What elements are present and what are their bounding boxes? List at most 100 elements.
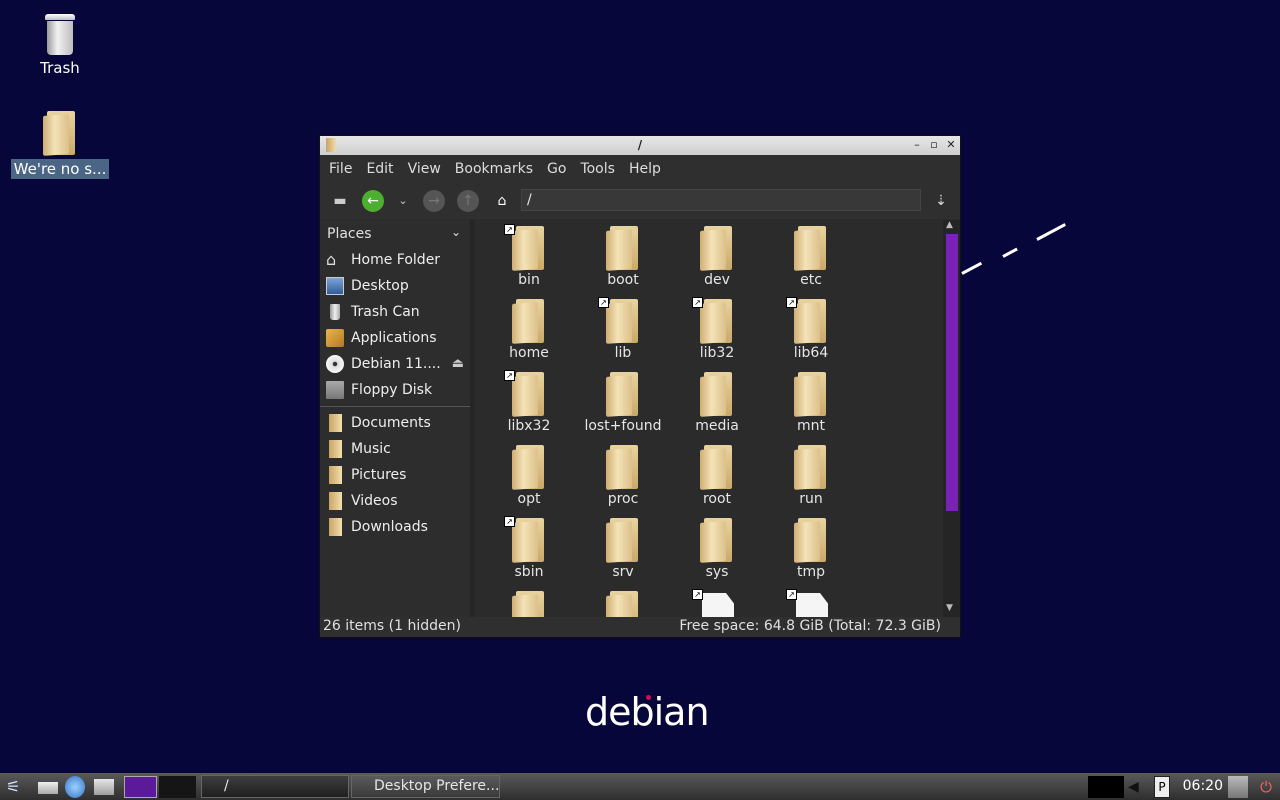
file-item[interactable]: root bbox=[673, 445, 761, 507]
workspace-1[interactable] bbox=[124, 776, 157, 798]
minimize-button[interactable]: – bbox=[910, 137, 924, 153]
file-item[interactable]: home bbox=[485, 299, 573, 361]
start-menu-icon[interactable]: ⚟ bbox=[6, 776, 30, 798]
clipboard-icon[interactable]: P bbox=[1154, 776, 1170, 798]
new-tab-button[interactable]: ▬ bbox=[329, 190, 351, 212]
file-item[interactable]: ↗ sbin bbox=[485, 516, 573, 580]
folder-icon bbox=[700, 445, 734, 490]
folder-icon bbox=[512, 299, 546, 344]
places-header[interactable]: Places ⌄ bbox=[320, 220, 470, 247]
file-item[interactable]: opt bbox=[485, 445, 573, 507]
file-item[interactable]: run bbox=[767, 445, 855, 507]
file-item[interactable]: dev bbox=[673, 226, 761, 288]
file-item[interactable]: ↗ lib64 bbox=[767, 297, 855, 361]
sidebar-item-downloads[interactable]: Downloads bbox=[320, 514, 470, 540]
file-item[interactable]: sys bbox=[673, 518, 761, 580]
task-desktop-preferences[interactable]: Desktop Prefere... bbox=[351, 775, 500, 798]
desktop-trash[interactable]: Trash bbox=[8, 14, 112, 78]
file-item[interactable]: ↗ bbox=[673, 589, 761, 617]
menu-go[interactable]: Go bbox=[542, 161, 571, 177]
history-dropdown-button[interactable]: ⌄ bbox=[392, 190, 414, 212]
back-button[interactable]: ← bbox=[362, 190, 384, 212]
close-button[interactable]: ✕ bbox=[944, 137, 958, 153]
sidebar-item-pictures[interactable]: Pictures bbox=[320, 462, 470, 488]
clock[interactable]: 06:20 bbox=[1183, 778, 1223, 794]
sidebar-item-documents[interactable]: Documents bbox=[320, 410, 470, 436]
file-item[interactable]: ↗ bin bbox=[485, 224, 573, 288]
sidebar-item-home[interactable]: ⌂ Home Folder bbox=[320, 247, 470, 273]
workspace-2[interactable] bbox=[159, 776, 196, 798]
forward-button[interactable]: → bbox=[423, 190, 445, 212]
path-input[interactable]: / bbox=[521, 189, 921, 211]
folder-icon bbox=[700, 518, 734, 563]
sidebar-item-videos[interactable]: Videos bbox=[320, 488, 470, 514]
desktop-trash-label: Trash bbox=[40, 59, 80, 77]
web-browser-icon[interactable] bbox=[65, 776, 85, 798]
sidebar-item-music[interactable]: Music bbox=[320, 436, 470, 462]
up-button[interactable]: ↑ bbox=[457, 190, 479, 212]
file-name: root bbox=[702, 491, 732, 507]
menu-tools[interactable]: Tools bbox=[575, 161, 620, 177]
debian-logo: debian bbox=[585, 690, 710, 734]
folder-icon bbox=[606, 591, 640, 617]
symlink-icon: ↗ bbox=[786, 589, 797, 600]
desktop-folder[interactable]: We're no s... bbox=[8, 111, 112, 179]
menu-help[interactable]: Help bbox=[624, 161, 666, 177]
go-button[interactable]: ⇣ bbox=[930, 190, 952, 212]
sidebar-separator bbox=[320, 406, 470, 407]
sidebar-item-label: Videos bbox=[351, 493, 398, 509]
file-item[interactable]: boot bbox=[579, 226, 667, 288]
file-item[interactable]: tmp bbox=[767, 518, 855, 580]
file-item[interactable]: ↗ bbox=[767, 589, 855, 617]
sidebar-item-desktop[interactable]: Desktop bbox=[320, 273, 470, 299]
file-item[interactable]: etc bbox=[767, 226, 855, 288]
task-label: Desktop Prefere... bbox=[374, 778, 500, 794]
file-name: sbin bbox=[514, 564, 544, 580]
file-icon: ↗ bbox=[692, 589, 734, 617]
eject-icon[interactable]: ⏏ bbox=[452, 356, 464, 371]
scroll-up-arrow-icon[interactable]: ▲ bbox=[946, 220, 953, 230]
volume-icon[interactable]: ◀ bbox=[1128, 776, 1148, 798]
file-name: tmp bbox=[796, 564, 825, 580]
sidebar-item-applications[interactable]: Applications bbox=[320, 325, 470, 351]
folder-icon bbox=[700, 226, 734, 271]
file-item[interactable]: ↗ lib32 bbox=[673, 297, 761, 361]
file-item[interactable] bbox=[485, 591, 573, 617]
power-icon[interactable]: ⏻ bbox=[1256, 776, 1276, 798]
trash-icon bbox=[326, 303, 344, 321]
file-item[interactable]: ↗ libx32 bbox=[485, 370, 573, 434]
vertical-scrollbar[interactable]: ▲ ▼ bbox=[943, 220, 960, 617]
scrollbar-thumb[interactable] bbox=[946, 234, 958, 511]
file-item[interactable]: ↗ lib bbox=[579, 297, 667, 361]
window-titlebar[interactable]: / – ▫ ✕ bbox=[320, 136, 960, 155]
show-desktop-icon[interactable] bbox=[38, 782, 58, 794]
file-item[interactable]: media bbox=[673, 372, 761, 434]
file-item[interactable]: srv bbox=[579, 518, 667, 580]
task-file-manager[interactable]: / bbox=[201, 775, 349, 798]
folder-icon bbox=[606, 226, 640, 271]
free-space: Free space: 64.8 GiB (Total: 72.3 GiB) bbox=[679, 618, 941, 634]
places-heading: Places bbox=[327, 225, 372, 242]
maximize-button[interactable]: ▫ bbox=[927, 137, 941, 153]
file-name: lost+found bbox=[584, 418, 662, 434]
sidebar-item-floppy[interactable]: Floppy Disk bbox=[320, 377, 470, 403]
menu-edit[interactable]: Edit bbox=[361, 161, 398, 177]
sidebar-item-trash[interactable]: Trash Can bbox=[320, 299, 470, 325]
file-item[interactable]: proc bbox=[579, 445, 667, 507]
taskbar: ⚟ / Desktop Prefere... ◀ P 06:20 ⏻ bbox=[0, 773, 1280, 800]
network-icon[interactable] bbox=[1228, 776, 1248, 798]
folder-icon bbox=[326, 492, 344, 510]
sidebar-item-label: Applications bbox=[351, 330, 437, 346]
scroll-down-arrow-icon[interactable]: ▼ bbox=[946, 603, 953, 613]
file-manager-icon[interactable] bbox=[94, 779, 114, 795]
home-button[interactable]: ⌂ bbox=[491, 190, 513, 212]
menu-view[interactable]: View bbox=[403, 161, 446, 177]
file-item[interactable] bbox=[579, 591, 667, 617]
menu-bookmarks[interactable]: Bookmarks bbox=[450, 161, 538, 177]
file-item[interactable]: lost+found bbox=[579, 372, 667, 434]
home-icon: ⌂ bbox=[326, 250, 337, 269]
file-item[interactable]: mnt bbox=[767, 372, 855, 434]
sidebar-item-label: Documents bbox=[351, 415, 431, 431]
menu-file[interactable]: File bbox=[324, 161, 357, 177]
sidebar-item-debian-cd[interactable]: Debian 11.... ⏏ bbox=[320, 351, 470, 377]
